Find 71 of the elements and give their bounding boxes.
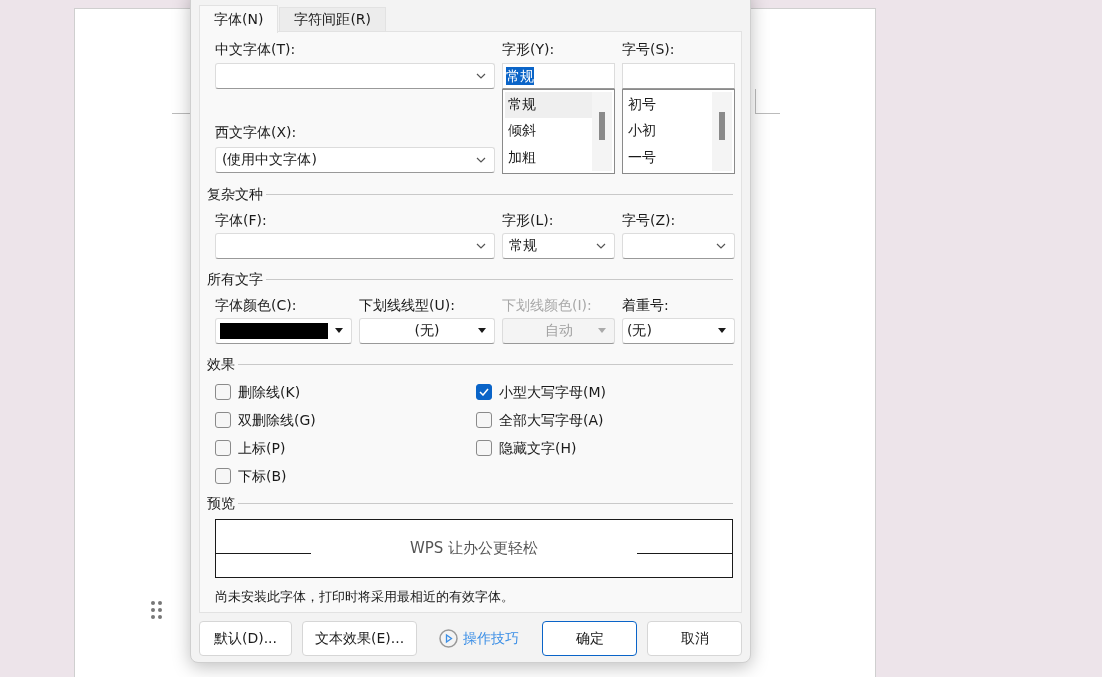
scrollbar[interactable] [592,92,612,171]
caret-down-icon [335,328,343,333]
caret-down-icon [598,328,606,333]
font-select[interactable] [215,233,495,259]
color-picker[interactable] [215,318,352,344]
western-font-select[interactable]: (使用中文字体) [215,147,495,173]
section-title: 所有文字 [207,270,263,289]
caret-down-icon [718,328,726,333]
field-label: 下划线线型(U): [359,296,456,315]
ok-button[interactable]: 确定 [542,621,637,656]
checkbox-label: 隐藏文字(H) [499,439,577,458]
size-input[interactable] [622,63,735,89]
section-title: 预览 [207,494,235,513]
chevron-down-icon [596,243,606,249]
field-label: 字号(Z): [622,211,677,230]
field-label: 字号(S): [622,40,676,59]
chevron-down-icon [716,243,726,249]
crop-mark [755,89,780,114]
tab[interactable]: 字体(N) [199,5,279,33]
field-label: 字形(Y): [502,40,556,59]
checkbox[interactable] [215,412,231,428]
cancel-button[interactable]: 取消 [647,621,742,656]
checkbox-label: 下标(B) [238,467,287,486]
tab[interactable]: 字符间距(R) [279,7,387,31]
size-select[interactable] [622,233,735,259]
style-input[interactable]: 常规 [502,63,615,89]
font-note: 尚未安装此字体，打印时将采用最相近的有效字体。 [215,588,515,606]
list-item[interactable]: 一号 [625,144,712,171]
field-label: 字形(L): [502,211,555,230]
section-title: 效果 [207,355,235,374]
dropdown: 自动 [502,318,615,344]
style-select[interactable]: 常规 [502,233,615,259]
scrollbar[interactable] [712,92,732,171]
dialog-button[interactable]: 默认(D)... [199,621,292,656]
list-item[interactable]: 倾斜 [505,118,592,145]
chevron-down-icon [476,243,486,249]
checkbox[interactable] [476,384,492,400]
dropdown[interactable]: (无) [622,318,735,344]
field-label: 字体(F): [215,211,268,230]
drag-handle-icon [151,601,162,619]
checkbox[interactable] [215,440,231,456]
checkbox[interactable] [215,384,231,400]
checkbox[interactable] [476,412,492,428]
checkbox-label: 上标(P) [238,439,286,458]
dialog-button[interactable]: 文本效果(E)... [302,621,418,656]
checkbox-label: 全部大写字母(A) [499,411,604,430]
field-label: 着重号: [622,296,670,315]
list-box[interactable]: 初号 小初 一号 [622,89,735,174]
field-label: 西文字体(X): [215,123,298,142]
field-label: 字体颜色(C): [215,296,298,315]
section-title: 复杂文种 [207,185,263,204]
checkbox-label: 删除线(K) [238,383,301,402]
chinese-font-select[interactable] [215,63,495,89]
list-item[interactable]: 小初 [625,118,712,145]
caret-down-icon [478,328,486,333]
field-label: 下划线颜色(I): [502,296,593,315]
checkbox[interactable] [215,468,231,484]
list-item[interactable]: 加粗 [505,144,592,171]
checkbox[interactable] [476,440,492,456]
check-icon [479,388,489,396]
checkbox-label: 小型大写字母(M) [499,383,606,402]
chevron-down-icon [476,73,486,79]
dropdown[interactable]: (无) [359,318,495,344]
play-circle-icon [439,629,459,648]
checkbox-label: 双删除线(G) [238,411,316,430]
chevron-down-icon [476,157,486,163]
preview-text: WPS 让办公更轻松 [408,539,540,558]
field-label: 中文字体(T): [215,40,297,59]
list-item[interactable]: 常规 [505,92,592,119]
list-box[interactable]: 常规 倾斜 加粗 [502,89,615,174]
list-item[interactable]: 初号 [625,92,712,119]
